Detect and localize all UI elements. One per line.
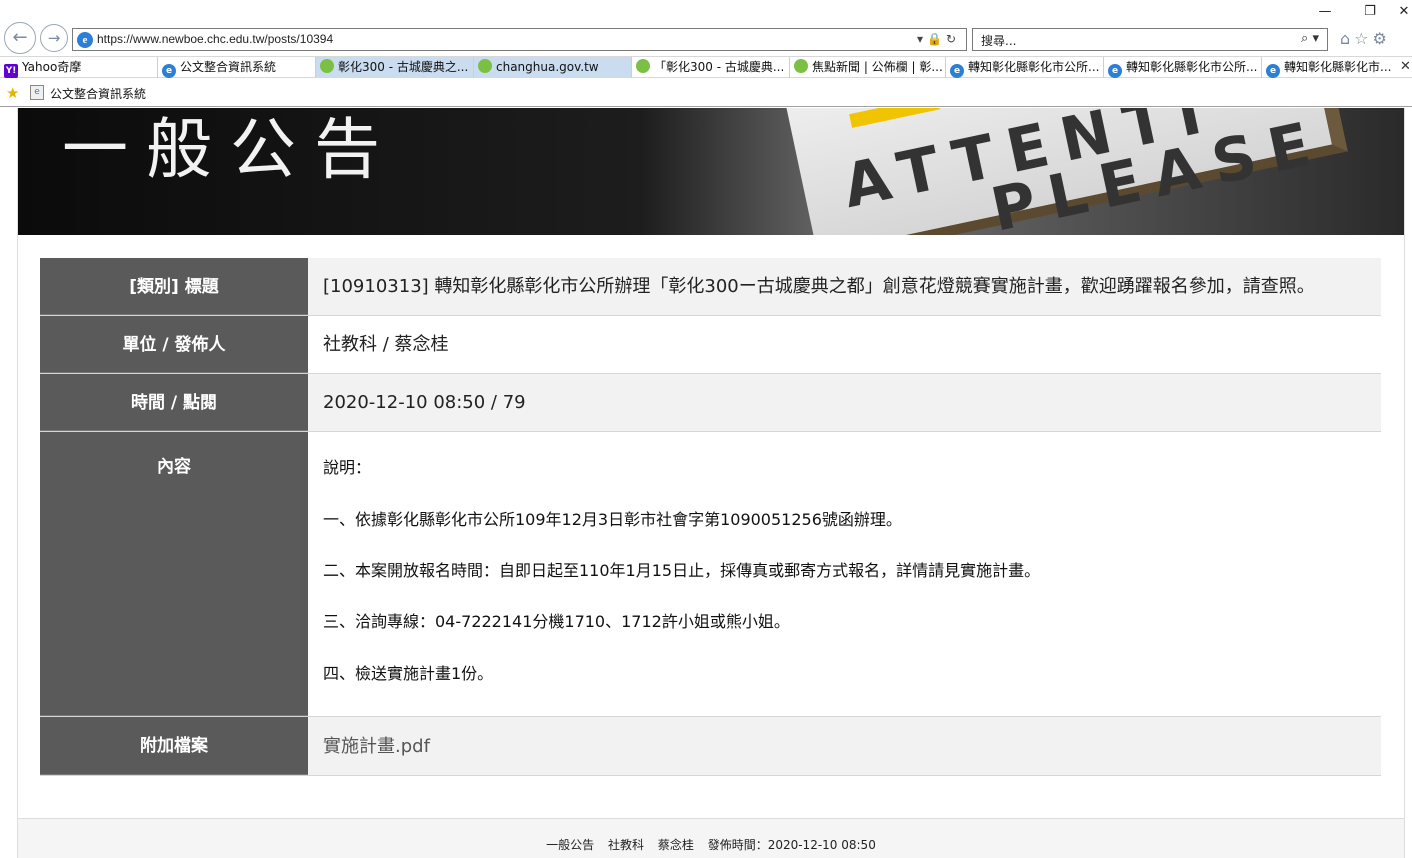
content-line: 二、本案開放報名時間：自即日起至110年1月15日止，採傳真或郵寄方式報名，詳情… — [323, 561, 1041, 580]
post-title: [10910313] 轉知彰化縣彰化市公所辦理「彰化300ー古城慶典之都」創意花… — [308, 258, 1381, 315]
content-line: 四、檢送實施計畫1份。 — [323, 664, 494, 683]
changhua-icon — [636, 59, 650, 73]
row-label: 內容 — [40, 432, 308, 716]
ie-icon: e — [162, 64, 176, 78]
tab-label: Yahoo奇摩 — [22, 60, 82, 74]
favorites-star-icon[interactable]: ☆ — [1354, 29, 1372, 48]
close-window-icon[interactable]: ✕ — [1396, 2, 1412, 22]
address-tools: ▾🔒↻ — [917, 32, 960, 46]
dropdown-icon[interactable]: ▾ — [917, 32, 927, 46]
footer-published: 發佈時間：2020-12-10 08:50 — [707, 838, 876, 852]
attachment-row: 附加檔案 實施計畫.pdf — [40, 717, 1381, 776]
toolbar-icons: ⌂☆⚙ — [1340, 29, 1391, 48]
footer-unit: 社教科 — [608, 838, 645, 852]
home-icon[interactable]: ⌂ — [1340, 29, 1354, 48]
tab-document-system[interactable]: e 公文整合資訊系統 — [158, 57, 316, 78]
footer-meta: 一般公告 社教科 蔡念桂 發佈時間：2020-12-10 08:50 — [18, 836, 1404, 853]
address-bar[interactable]: e https://www.newboe.chc.edu.tw/posts/10… — [72, 28, 967, 51]
attachment-link[interactable]: 實施計畫.pdf — [323, 736, 430, 757]
attention-sign-image: ATTENTI PLEASE — [778, 108, 1348, 235]
close-tab-icon[interactable]: ✕ — [1400, 56, 1411, 78]
tab-label: 彰化300 - 古城慶典之... — [338, 60, 469, 74]
forward-arrow-icon: → — [47, 29, 61, 47]
content-line: 一、依據彰化縣彰化市公所109年12月3日彰市社會字第1090051256號函辦… — [323, 510, 902, 529]
tab-post-2[interactable]: e 轉知彰化縣彰化市公所... — [1104, 57, 1262, 78]
forward-button[interactable]: → — [40, 24, 68, 52]
title-bar: — ❐ ✕ — [0, 0, 1412, 22]
banner-title: 一般公告 — [62, 111, 398, 188]
tab-label: 轉知彰化縣彰化市... — [1284, 60, 1392, 74]
tab-changhua-300-quoted[interactable]: 「彰化300 - 古城慶典... — [632, 57, 790, 78]
row-label: 附加檔案 — [40, 717, 308, 775]
favorites-star-icon[interactable]: ★ — [6, 84, 19, 102]
restore-icon[interactable]: ❐ — [1355, 2, 1385, 22]
tab-label: 轉知彰化縣彰化市公所... — [968, 60, 1100, 74]
tab-changhua-gov[interactable]: changhua.gov.tw — [474, 57, 632, 78]
page-icon: e — [30, 85, 44, 100]
favorites-bar: ★ e 公文整合資訊系統 — [0, 79, 1412, 107]
tab-label: 焦點新聞 | 公佈欄 | 彰... — [812, 60, 943, 74]
attachment-cell: 實施計畫.pdf — [308, 717, 1381, 775]
ie-icon: e — [950, 64, 964, 78]
banner: 一般公告 ATTENTI PLEASE — [18, 108, 1404, 235]
ie-icon: e — [1108, 64, 1122, 78]
row-label: 時間 / 點閱 — [40, 374, 308, 431]
settings-gear-icon[interactable]: ⚙ — [1373, 29, 1391, 48]
ie-icon: e — [1266, 64, 1280, 78]
page-content: 一般公告 ATTENTI PLEASE [類別] 標題 [10910313] 轉… — [0, 108, 1412, 858]
tab-label: 轉知彰化縣彰化市公所... — [1126, 60, 1258, 74]
tab-focus-news[interactable]: 焦點新聞 | 公佈欄 | 彰... — [790, 57, 946, 78]
tab-post-current[interactable]: e 轉知彰化縣彰化市... — [1262, 57, 1398, 78]
time-row: 時間 / 點閱 2020-12-10 08:50 / 79 — [40, 374, 1381, 432]
content-row: 內容 說明： 一、依據彰化縣彰化市公所109年12月3日彰市社會字第109005… — [40, 432, 1381, 717]
lock-icon[interactable]: 🔒 — [927, 32, 946, 46]
changhua-icon — [320, 59, 334, 73]
ie-icon: e — [77, 32, 93, 48]
tab-post-1[interactable]: e 轉知彰化縣彰化市公所... — [946, 57, 1104, 78]
footer-author: 蔡念桂 — [657, 838, 694, 852]
post-footer: 一般公告 社教科 蔡念桂 發佈時間：2020-12-10 08:50 — [18, 818, 1404, 858]
content-line: 說明： — [323, 458, 372, 477]
unit-author-value: 社教科 / 蔡念桂 — [308, 316, 1381, 373]
tab-label: 「彰化300 - 古城慶典... — [654, 60, 785, 74]
tab-changhua-300[interactable]: 彰化300 - 古城慶典之... — [316, 57, 474, 78]
content-body: 說明： 一、依據彰化縣彰化市公所109年12月3日彰市社會字第109005125… — [308, 432, 1381, 716]
url-text[interactable]: https://www.newboe.chc.edu.tw/posts/1039… — [97, 32, 333, 46]
content-line: 三、洽詢專線：04-7222141分機1710、1712許小姐或熊小姐。 — [323, 612, 790, 631]
back-arrow-icon: ← — [12, 27, 28, 48]
tab-yahoo[interactable]: Y! Yahoo奇摩 — [0, 57, 158, 78]
search-box[interactable]: 搜尋... ⌕ ▾ — [972, 28, 1328, 51]
tab-label: changhua.gov.tw — [496, 60, 599, 74]
changhua-icon — [478, 59, 492, 73]
sign-stripe — [849, 108, 941, 128]
tab-bar: Y! Yahoo奇摩 e 公文整合資訊系統 彰化300 - 古城慶典之... cha… — [0, 56, 1412, 78]
yahoo-icon: Y! — [4, 64, 18, 78]
footer-category: 一般公告 — [546, 838, 595, 852]
back-button[interactable]: ← — [4, 22, 36, 54]
time-views-value: 2020-12-10 08:50 / 79 — [308, 374, 1381, 431]
browser-chrome: — ❐ ✕ ← → e https://www.newboe.chc.edu.t… — [0, 0, 1412, 108]
row-label: 單位 / 發佈人 — [40, 316, 308, 373]
refresh-icon[interactable]: ↻ — [946, 32, 960, 46]
title-row: [類別] 標題 [10910313] 轉知彰化縣彰化市公所辦理「彰化300ー古城… — [40, 258, 1381, 316]
minimize-icon[interactable]: — — [1310, 2, 1340, 22]
favorite-link[interactable]: 公文整合資訊系統 — [50, 85, 146, 102]
row-label: [類別] 標題 — [40, 258, 308, 315]
search-input[interactable]: 搜尋... — [981, 32, 1016, 49]
unit-row: 單位 / 發佈人 社教科 / 蔡念桂 — [40, 316, 1381, 374]
changhua-icon — [794, 59, 808, 73]
tab-label: 公文整合資訊系統 — [180, 60, 277, 74]
search-icon[interactable]: ⌕ ▾ — [1301, 31, 1319, 46]
